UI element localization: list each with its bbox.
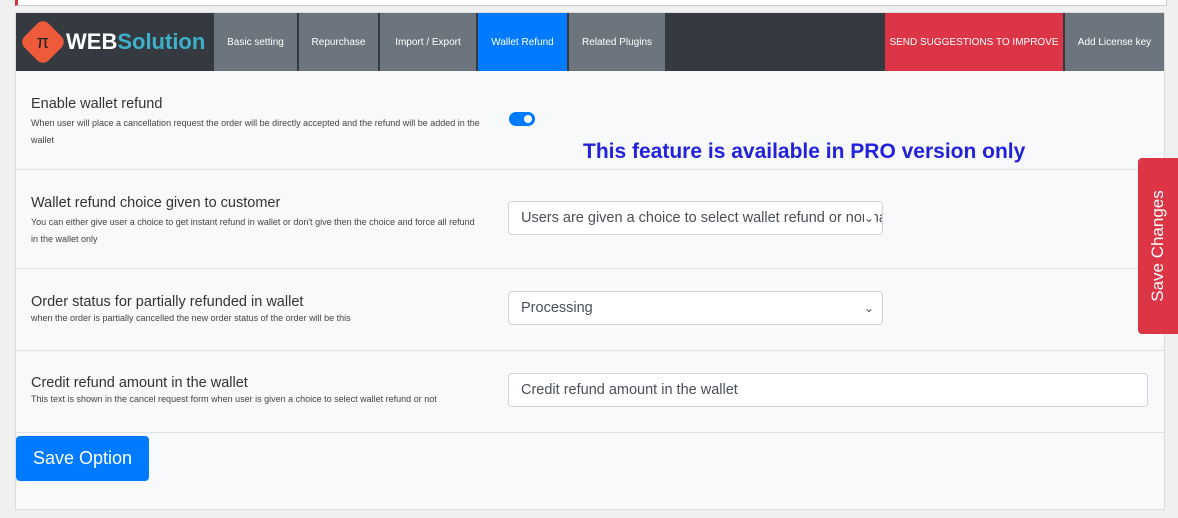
- send-suggestions-button[interactable]: SEND SUGGESTIONS TO IMPROVE: [885, 13, 1063, 71]
- setting-desc: This text is shown in the cancel request…: [31, 394, 437, 404]
- setting-order-status: Order status for partially refunded in w…: [16, 269, 1164, 351]
- setting-refund-choice: Wallet refund choice given to customer Yo…: [16, 170, 1164, 269]
- tab-repurchase[interactable]: Repurchase: [299, 13, 378, 71]
- tab-basic-setting[interactable]: Basic setting: [214, 13, 297, 71]
- save-changes-button[interactable]: Save Changes: [1138, 158, 1178, 334]
- chevron-down-icon: ⌄: [863, 301, 874, 315]
- setting-title: Order status for partially refunded in w…: [31, 294, 304, 310]
- setting-desc: You can either give user a choice to get…: [31, 217, 475, 244]
- save-option-button[interactable]: Save Option: [16, 436, 149, 481]
- tab-related-plugins[interactable]: Related Plugins: [569, 13, 665, 71]
- setting-title: Enable wallet refund: [31, 96, 163, 112]
- logo: π WEB Solution: [16, 13, 212, 71]
- top-nav: π WEB Solution Basic setting Repurchase Im…: [16, 13, 1164, 71]
- setting-desc: when the order is partially cancelled th…: [31, 313, 351, 323]
- enable-refund-toggle[interactable]: [509, 112, 535, 126]
- refund-choice-select[interactable]: Users are given a choice to select walle…: [508, 201, 883, 235]
- notice-box: [15, 0, 1167, 6]
- tab-import-export[interactable]: Import / Export: [380, 13, 476, 71]
- logo-icon: π: [18, 17, 68, 67]
- setting-desc: When user will place a cancellation requ…: [31, 118, 480, 145]
- logo-text: Solution: [117, 29, 206, 54]
- pro-notice: This feature is available in PRO version…: [583, 140, 1026, 163]
- setting-enable-wallet-refund: Enable wallet refund When user will place…: [16, 71, 1164, 170]
- setting-title: Credit refund amount in the wallet: [31, 375, 248, 391]
- setting-credit-text: Credit refund amount in the wallet This t…: [16, 351, 1164, 433]
- settings-panel: π WEB Solution Basic setting Repurchase Im…: [15, 12, 1165, 510]
- logo-text: WEB: [66, 29, 118, 54]
- add-license-key-button[interactable]: Add License key: [1065, 13, 1164, 71]
- setting-title: Wallet refund choice given to customer: [31, 195, 281, 211]
- chevron-down-icon: ⌄: [863, 211, 874, 225]
- tab-wallet-refund[interactable]: Wallet Refund: [478, 13, 567, 71]
- order-status-select[interactable]: Processing ⌄: [508, 291, 883, 325]
- credit-refund-text-input[interactable]: Credit refund amount in the wallet: [508, 373, 1148, 407]
